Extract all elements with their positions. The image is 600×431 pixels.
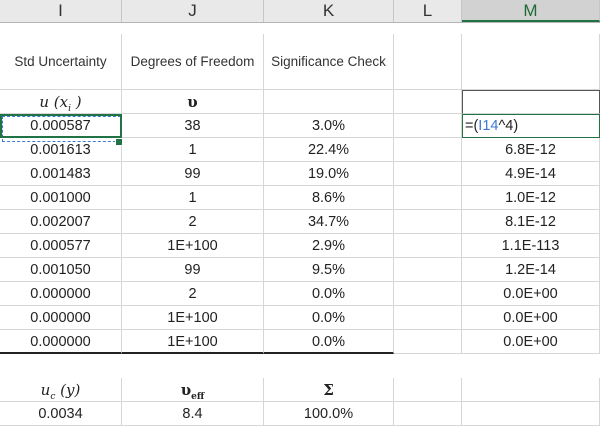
cell-i-row-5[interactable]: 0.002007 [0,210,122,234]
cell-l-row-8[interactable] [394,282,462,306]
summary-value-sigma[interactable]: 100.0% [264,402,394,426]
summary-symbol-nu-eff[interactable]: υeff [122,378,264,402]
cell-j-row-3[interactable]: 99 [122,162,264,186]
column-header-k[interactable]: K [264,0,394,22]
cell-i-row-9[interactable]: 0.000000 [0,306,122,330]
symbol-nu[interactable]: υ [122,90,264,114]
cell-j-row-7[interactable]: 99 [122,258,264,282]
cell-i-row-8[interactable]: 0.000000 [0,282,122,306]
summary-m-empty[interactable] [462,378,600,402]
fill-handle[interactable] [115,138,123,146]
cell-l-row-3[interactable] [394,162,462,186]
cell-k-row-9[interactable]: 0.0% [264,306,394,330]
header-std-uncertainty[interactable]: Std Uncertainty [0,34,122,90]
summary-l-empty-2[interactable] [394,402,462,426]
cell-l-row-10[interactable] [394,330,462,354]
header-significance-check[interactable]: Significance Check [264,34,394,90]
cell-i-row-6[interactable]: 0.000577 [0,234,122,258]
cell-i-row-10[interactable]: 0.000000 [0,330,122,354]
cell-k-row-7[interactable]: 9.5% [264,258,394,282]
cell-l-row-7[interactable] [394,258,462,282]
cell-m-row-8[interactable]: 0.0E+00 [462,282,600,306]
summary-value-nu-eff[interactable]: 8.4 [122,402,264,426]
formula-edit-cell[interactable]: =(I14^4) [462,114,600,138]
cell-m-row-4[interactable]: 1.0E-12 [462,186,600,210]
cell-i-row-4[interactable]: 0.001000 [0,186,122,210]
cell-l-row-5[interactable] [394,210,462,234]
cell-m-row-9[interactable]: 0.0E+00 [462,306,600,330]
cell-m-row-10[interactable]: 0.0E+00 [462,330,600,354]
summary-symbol-uc-text: uc (y) [40,381,81,402]
symbol-k-empty[interactable] [264,90,394,114]
symbol-l-empty[interactable] [394,90,462,114]
cell-l-row-6[interactable] [394,234,462,258]
cell-j-row-1[interactable]: 38 [122,114,264,138]
cell-i-row-3[interactable]: 0.001483 [0,162,122,186]
summary-m-empty-2[interactable] [462,402,600,426]
symbol-m-empty[interactable] [462,90,600,114]
cell-k-row-4[interactable]: 8.6% [264,186,394,210]
summary-value-uc[interactable]: 0.0034 [0,402,122,426]
column-header-i[interactable]: I [0,0,122,22]
header-degrees-of-freedom[interactable]: Degrees of Freedom [122,34,264,90]
cell-k-row-6[interactable]: 2.9% [264,234,394,258]
summary-symbol-sigma[interactable]: Σ [264,378,394,402]
cell-j-row-6[interactable]: 1E+100 [122,234,264,258]
cell-j-row-2[interactable]: 1 [122,138,264,162]
header-m-empty[interactable] [462,34,600,90]
column-header-m[interactable]: M [462,0,600,22]
cell-m-row-7[interactable]: 1.2E-14 [462,258,600,282]
formula-reference: I14 [478,118,499,134]
summary-symbol-uc[interactable]: uc (y) [0,378,122,402]
cell-m-row-6[interactable]: 1.1E-113 [462,234,600,258]
formula-suffix: ^4) [498,118,519,134]
cell-j-row-5[interactable]: 2 [122,210,264,234]
cell-l-row-9[interactable] [394,306,462,330]
cell-j-row-10[interactable]: 1E+100 [122,330,264,354]
cell-k-row-3[interactable]: 19.0% [264,162,394,186]
cell-k-row-1[interactable]: 3.0% [264,114,394,138]
cell-j-row-8[interactable]: 2 [122,282,264,306]
cell-l-row-2[interactable] [394,138,462,162]
cell-i-row-1[interactable]: 0.000587 [0,114,122,138]
column-header-bar: I J K L M [0,0,600,23]
symbol-u-xi[interactable]: u (xi ) [0,90,122,114]
cell-k-row-8[interactable]: 0.0% [264,282,394,306]
cell-m-row-5[interactable]: 8.1E-12 [462,210,600,234]
cell-i-row-7[interactable]: 0.001050 [0,258,122,282]
cell-l-row-1[interactable] [394,114,462,138]
cell-k-row-5[interactable]: 34.7% [264,210,394,234]
formula-prefix: =( [465,118,479,134]
summary-symbol-nu-eff-text: υeff [180,381,205,402]
column-header-l[interactable]: L [394,0,462,22]
cell-l-row-4[interactable] [394,186,462,210]
summary-l-empty[interactable] [394,378,462,402]
cell-j-row-9[interactable]: 1E+100 [122,306,264,330]
cell-j-row-4[interactable]: 1 [122,186,264,210]
cell-m-row-3[interactable]: 4.9E-14 [462,162,600,186]
cell-k-row-10[interactable]: 0.0% [264,330,394,354]
cell-k-row-2[interactable]: 22.4% [264,138,394,162]
header-l-empty[interactable] [394,34,462,90]
cell-m-row-2[interactable]: 6.8E-12 [462,138,600,162]
symbol-u-xi-text: u (xi ) [39,93,82,114]
column-header-j[interactable]: J [122,0,264,22]
